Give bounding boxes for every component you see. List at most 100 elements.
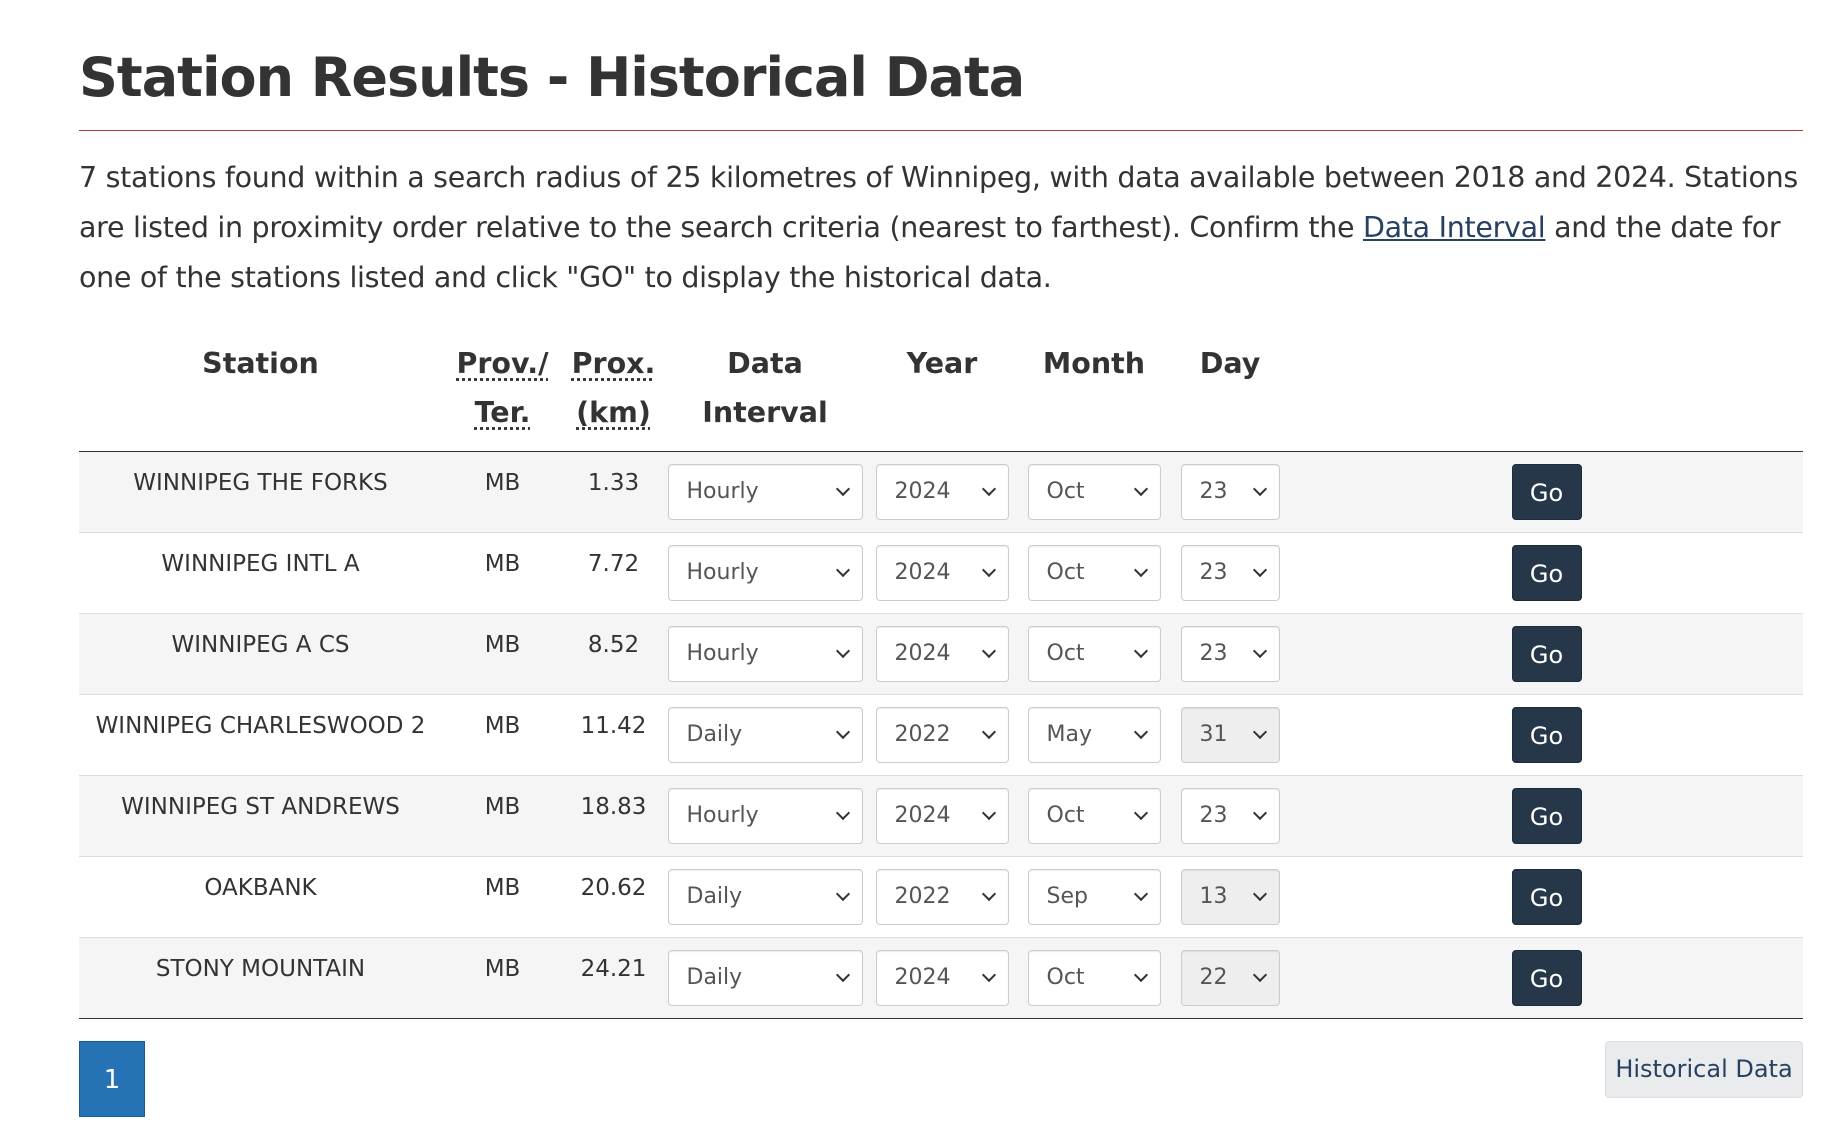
proximity-km: 1.33 xyxy=(587,470,640,496)
year-select[interactable]: 2024 xyxy=(875,788,1009,844)
header-station: Station xyxy=(79,331,442,452)
table-row: OAKBANK MB 20.62 Daily 2022 Sep 13 Go xyxy=(79,856,1803,938)
interval-select[interactable]: Hourly xyxy=(667,464,863,520)
year-cell: 2024 xyxy=(866,938,1018,1019)
month-value: Oct xyxy=(1046,803,1085,828)
year-select[interactable]: 2024 xyxy=(875,545,1009,601)
year-select[interactable]: 2024 xyxy=(875,626,1009,682)
province: MB xyxy=(484,794,521,820)
go-button[interactable]: Go xyxy=(1511,545,1582,601)
month-select[interactable]: Oct xyxy=(1027,626,1161,682)
month-value: Oct xyxy=(1046,479,1085,504)
table-row: WINNIPEG INTL A MB 7.72 Hourly 2024 Oct 23 Go xyxy=(79,532,1803,614)
month-cell: Oct xyxy=(1018,776,1170,857)
table-header-row: Station Prov./Ter. Prox. (km) Data Interva… xyxy=(79,331,1803,452)
go-button[interactable]: Go xyxy=(1511,626,1582,682)
table-row: WINNIPEG CHARLESWOOD 2 MB 11.42 Daily 2022 Ma… xyxy=(79,694,1803,776)
day-select[interactable]: 23 xyxy=(1180,626,1280,682)
chevron-down-icon xyxy=(835,886,850,902)
table-row: WINNIPEG ST ANDREWS MB 18.83 Hourly 2024 Oct 2… xyxy=(79,775,1803,857)
go-button[interactable]: Go xyxy=(1511,869,1582,925)
interval-cell: Hourly xyxy=(664,614,866,695)
province: MB xyxy=(484,551,521,577)
month-select[interactable]: Oct xyxy=(1027,464,1161,520)
pagination-page-1[interactable]: 1 xyxy=(79,1041,145,1117)
month-select[interactable]: May xyxy=(1027,707,1161,763)
interval-select[interactable]: Daily xyxy=(667,869,863,925)
interval-value: Hourly xyxy=(686,803,759,828)
go-button[interactable]: Go xyxy=(1511,707,1582,763)
interval-select[interactable]: Daily xyxy=(667,707,863,763)
year-select[interactable]: 2022 xyxy=(875,707,1009,763)
interval-cell: Hourly xyxy=(664,452,866,533)
day-cell: 23 xyxy=(1170,614,1290,695)
historical-data-button[interactable]: Historical Data xyxy=(1605,1041,1803,1098)
year-select[interactable]: 2024 xyxy=(875,464,1009,520)
interval-value: Hourly xyxy=(686,641,759,666)
proximity-km: 7.72 xyxy=(587,551,640,577)
chevron-down-icon xyxy=(1252,724,1267,740)
day-cell: 23 xyxy=(1170,776,1290,857)
interval-cell: Hourly xyxy=(664,533,866,614)
go-cell: Go xyxy=(1290,776,1803,857)
chevron-down-icon xyxy=(1252,562,1267,578)
header-day: Day xyxy=(1170,331,1290,452)
month-select[interactable]: Oct xyxy=(1027,950,1161,1006)
interval-select[interactable]: Hourly xyxy=(667,545,863,601)
header-prox: Prox. (km) xyxy=(563,331,664,452)
interval-cell: Daily xyxy=(664,938,866,1019)
month-cell: Oct xyxy=(1018,938,1170,1019)
header-prov: Prov./Ter. xyxy=(442,331,563,452)
province: MB xyxy=(484,875,521,901)
day-select[interactable]: 23 xyxy=(1180,464,1280,520)
proximity-km: 8.52 xyxy=(587,632,640,658)
station-name: WINNIPEG A CS xyxy=(171,632,350,658)
year-cell: 2022 xyxy=(866,695,1018,776)
day-select[interactable]: 23 xyxy=(1180,788,1280,844)
chevron-down-icon xyxy=(1252,967,1267,983)
day-cell: 31 xyxy=(1170,695,1290,776)
chevron-down-icon xyxy=(981,481,996,497)
day-cell: 13 xyxy=(1170,857,1290,938)
station-name: WINNIPEG CHARLESWOOD 2 xyxy=(95,713,426,739)
chevron-down-icon xyxy=(981,967,996,983)
chevron-down-icon xyxy=(981,886,996,902)
month-select[interactable]: Sep xyxy=(1027,869,1161,925)
month-select[interactable]: Oct xyxy=(1027,788,1161,844)
data-interval-link[interactable]: Data Interval xyxy=(1363,211,1546,244)
interval-select[interactable]: Hourly xyxy=(667,626,863,682)
chevron-down-icon xyxy=(1133,886,1148,902)
month-select[interactable]: Oct xyxy=(1027,545,1161,601)
month-value: Oct xyxy=(1046,965,1085,990)
station-name: WINNIPEG THE FORKS xyxy=(133,470,388,496)
year-value: 2022 xyxy=(894,722,951,747)
year-select[interactable]: 2024 xyxy=(875,950,1009,1006)
header-month: Month xyxy=(1018,331,1170,452)
go-button[interactable]: Go xyxy=(1511,464,1582,520)
table-row: WINNIPEG THE FORKS MB 1.33 Hourly 2024 Oct 23 G… xyxy=(79,451,1803,533)
chevron-down-icon xyxy=(835,643,850,659)
chevron-down-icon xyxy=(835,724,850,740)
go-button[interactable]: Go xyxy=(1511,788,1582,844)
proximity-km: 18.83 xyxy=(580,794,647,820)
year-value: 2024 xyxy=(894,965,951,990)
proximity-km: 11.42 xyxy=(580,713,647,739)
interval-select[interactable]: Daily xyxy=(667,950,863,1006)
month-cell: Oct xyxy=(1018,452,1170,533)
day-value: 23 xyxy=(1199,803,1228,828)
station-name: WINNIPEG INTL A xyxy=(161,551,360,577)
day-cell: 23 xyxy=(1170,452,1290,533)
go-cell: Go xyxy=(1290,614,1803,695)
month-cell: Sep xyxy=(1018,857,1170,938)
day-select[interactable]: 23 xyxy=(1180,545,1280,601)
main-content: Station Results - Historical Data 7 stat… xyxy=(79,0,1803,1121)
interval-value: Hourly xyxy=(686,560,759,585)
month-value: Oct xyxy=(1046,641,1085,666)
interval-select[interactable]: Hourly xyxy=(667,788,863,844)
chevron-down-icon xyxy=(1133,481,1148,497)
chevron-down-icon xyxy=(835,805,850,821)
year-select[interactable]: 2022 xyxy=(875,869,1009,925)
go-button[interactable]: Go xyxy=(1511,950,1582,1006)
year-cell: 2022 xyxy=(866,857,1018,938)
month-value: May xyxy=(1046,722,1092,747)
